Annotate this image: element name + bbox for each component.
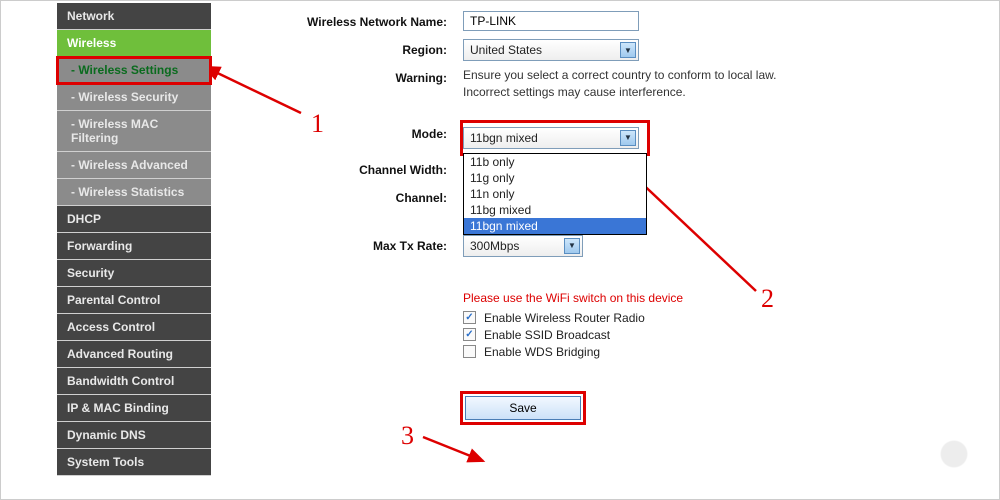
annotation-number-3: 3 xyxy=(401,421,414,451)
checkbox-enable-radio[interactable] xyxy=(463,311,476,324)
label-channel: Channel: xyxy=(251,187,463,209)
mode-option-11g[interactable]: 11g only xyxy=(464,170,646,186)
sidebar-item-wireless-security[interactable]: - Wireless Security xyxy=(57,84,211,111)
select-max-tx[interactable]: 300Mbps ▼ xyxy=(463,235,583,257)
sidebar-item-dynamic-dns[interactable]: Dynamic DNS xyxy=(57,422,211,449)
chevron-down-icon: ▼ xyxy=(620,42,636,58)
select-mode-value: 11bgn mixed xyxy=(470,131,538,145)
sidebar-item-advanced-routing[interactable]: Advanced Routing xyxy=(57,341,211,368)
annotation-number-2: 2 xyxy=(761,284,774,314)
select-region-value: United States xyxy=(470,43,542,57)
warning-text: Ensure you select a correct country to c… xyxy=(463,67,999,101)
label-network-name: Wireless Network Name: xyxy=(251,11,463,33)
input-network-name[interactable] xyxy=(463,11,639,31)
select-region[interactable]: United States ▼ xyxy=(463,39,639,61)
sidebar: Network Wireless - Wireless Settings - W… xyxy=(1,1,211,499)
mode-option-11bg[interactable]: 11bg mixed xyxy=(464,202,646,218)
chevron-down-icon: ▼ xyxy=(564,238,580,254)
sidebar-item-bandwidth-control[interactable]: Bandwidth Control xyxy=(57,368,211,395)
mode-option-11bgn[interactable]: 11bgn mixed xyxy=(464,218,646,234)
main-panel: Wireless Network Name: Region: United St… xyxy=(211,1,999,499)
save-button[interactable]: Save xyxy=(465,396,581,420)
mode-highlight-box: 11bgn mixed ▼ 11b only 11g only 11n only… xyxy=(463,123,647,153)
sidebar-item-wireless-statistics[interactable]: - Wireless Statistics xyxy=(57,179,211,206)
mode-option-11b[interactable]: 11b only xyxy=(464,154,646,170)
mode-dropdown: 11b only 11g only 11n only 11bg mixed 11… xyxy=(463,153,647,235)
sidebar-item-network[interactable]: Network xyxy=(57,3,211,30)
chevron-down-icon: ▼ xyxy=(620,130,636,146)
label-max-tx: Max Tx Rate: xyxy=(251,235,463,257)
sidebar-item-access-control[interactable]: Access Control xyxy=(57,314,211,341)
label-channel-width: Channel Width: xyxy=(251,159,463,181)
sidebar-item-wireless-mac-filtering[interactable]: - Wireless MAC Filtering xyxy=(57,111,211,152)
sidebar-item-forwarding[interactable]: Forwarding xyxy=(57,233,211,260)
sidebar-item-dhcp[interactable]: DHCP xyxy=(57,206,211,233)
wifi-switch-note: Please use the WiFi switch on this devic… xyxy=(463,291,999,305)
checkbox-enable-ssid[interactable] xyxy=(463,328,476,341)
mode-option-11n[interactable]: 11n only xyxy=(464,186,646,202)
checkbox-enable-radio-label: Enable Wireless Router Radio xyxy=(484,311,645,325)
checkbox-enable-wds[interactable] xyxy=(463,345,476,358)
select-mode[interactable]: 11bgn mixed ▼ xyxy=(463,127,639,149)
checkbox-enable-wds-label: Enable WDS Bridging xyxy=(484,345,600,359)
sidebar-item-wireless-settings[interactable]: - Wireless Settings xyxy=(57,57,211,84)
sidebar-item-ip-mac-binding[interactable]: IP & MAC Binding xyxy=(57,395,211,422)
watermark-icon xyxy=(909,409,999,499)
sidebar-item-wireless-advanced[interactable]: - Wireless Advanced xyxy=(57,152,211,179)
sidebar-item-wireless[interactable]: Wireless xyxy=(57,30,211,57)
sidebar-item-security[interactable]: Security xyxy=(57,260,211,287)
sidebar-list: Network Wireless - Wireless Settings - W… xyxy=(57,3,211,476)
save-highlight-box: Save xyxy=(463,394,583,422)
checkbox-enable-ssid-label: Enable SSID Broadcast xyxy=(484,328,610,342)
annotation-number-1: 1 xyxy=(311,109,324,139)
label-warning: Warning: xyxy=(251,67,463,89)
router-admin-window: Network Wireless - Wireless Settings - W… xyxy=(0,0,1000,500)
label-mode: Mode: xyxy=(251,123,463,145)
sidebar-item-parental-control[interactable]: Parental Control xyxy=(57,287,211,314)
select-max-tx-value: 300Mbps xyxy=(470,239,519,253)
label-region: Region: xyxy=(251,39,463,61)
sidebar-item-system-tools[interactable]: System Tools xyxy=(57,449,211,476)
